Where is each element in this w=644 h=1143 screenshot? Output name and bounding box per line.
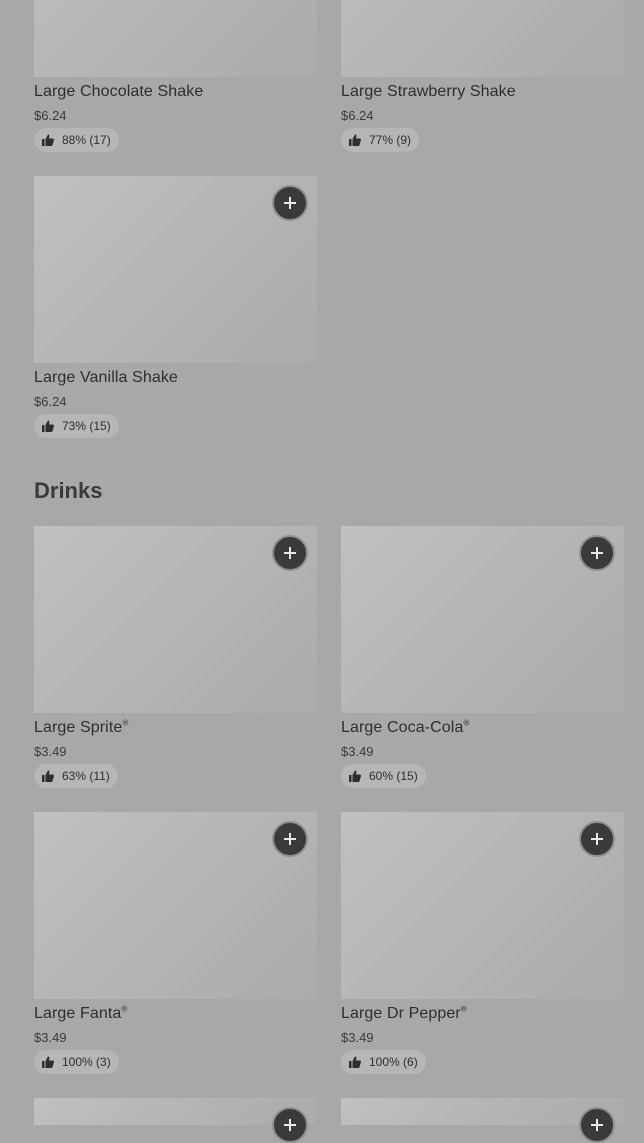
rating-text: 100% (3) xyxy=(62,1055,111,1069)
registered-mark: ® xyxy=(463,718,470,728)
menu-item-name-text: Large Sprite xyxy=(34,719,123,736)
menu-item-price: $6.24 xyxy=(34,394,67,409)
registered-mark: ® xyxy=(121,1004,128,1014)
menu-item-card[interactable] xyxy=(341,1098,624,1143)
menu-item-price: $3.49 xyxy=(34,1030,67,1045)
rating-badge: 77% (9) xyxy=(341,128,420,152)
menu-item-card[interactable]: Large Chocolate Shake $6.24 88% (17) xyxy=(34,0,317,152)
menu-item-name: Large Chocolate Shake xyxy=(34,83,204,100)
menu-item-name: Large Vanilla Shake xyxy=(34,369,178,386)
rating-text: 100% (6) xyxy=(369,1055,418,1069)
menu-item-card[interactable]: Large Coca-Cola® $3.49 60% (15) xyxy=(341,526,624,788)
menu-item-price: $3.49 xyxy=(34,744,67,759)
menu-item-name: Large Strawberry Shake xyxy=(341,83,516,100)
menu-item-card[interactable]: Large Fanta® $3.49 100% (3) xyxy=(34,812,317,1074)
menu-item-name-text: Large Fanta xyxy=(34,1005,122,1022)
menu-item-price: $3.49 xyxy=(341,744,374,759)
rating-badge: 60% (15) xyxy=(341,764,426,788)
plus-icon xyxy=(284,1119,296,1131)
thumbs-up-icon xyxy=(42,770,54,782)
menu-item-name: Large Coca-Cola® xyxy=(341,719,469,737)
plus-icon xyxy=(591,833,603,845)
rating-badge: 73% (15) xyxy=(34,414,119,438)
plus-icon xyxy=(591,1119,603,1131)
menu-item-name-text: Large Coca-Cola xyxy=(341,719,464,736)
rating-text: 77% (9) xyxy=(369,133,412,147)
menu-item-name: Large Sprite® xyxy=(34,719,128,737)
menu-item-image[interactable] xyxy=(341,1098,624,1143)
menu-item-name-text: Large Dr Pepper xyxy=(341,1005,461,1022)
add-to-cart-button[interactable] xyxy=(272,535,308,571)
menu-item-price: $6.24 xyxy=(34,108,67,123)
thumbs-up-icon xyxy=(349,770,361,782)
add-to-cart-button[interactable] xyxy=(272,185,308,221)
plus-icon xyxy=(284,547,296,559)
add-to-cart-button[interactable] xyxy=(579,535,615,571)
menu-item-card[interactable]: Large Strawberry Shake $6.24 77% (9) xyxy=(341,0,624,152)
rating-text: 60% (15) xyxy=(369,769,418,783)
menu-item-card[interactable]: Large Sprite® $3.49 63% (11) xyxy=(34,526,317,788)
plus-icon xyxy=(284,833,296,845)
menu-item-image[interactable] xyxy=(34,0,317,77)
menu-item-card[interactable]: Large Vanilla Shake $6.24 73% (15) xyxy=(34,176,317,438)
menu-item-name: Large Dr Pepper® xyxy=(341,1005,467,1023)
rating-badge: 100% (3) xyxy=(34,1050,119,1074)
menu-item-image[interactable] xyxy=(341,812,624,999)
plus-icon xyxy=(284,197,296,209)
plus-icon xyxy=(591,547,603,559)
registered-mark: ® xyxy=(460,1004,467,1014)
menu-item-image[interactable] xyxy=(341,526,624,713)
add-to-cart-button[interactable] xyxy=(272,1107,308,1143)
thumbs-up-icon xyxy=(42,1056,54,1068)
rating-badge: 63% (11) xyxy=(34,764,118,788)
rating-text: 88% (17) xyxy=(62,133,111,147)
thumbs-up-icon xyxy=(349,134,361,146)
thumbs-up-icon xyxy=(349,1056,361,1068)
menu-item-image[interactable] xyxy=(34,526,317,713)
menu-item-image[interactable] xyxy=(34,1098,317,1143)
add-to-cart-button[interactable] xyxy=(579,1107,615,1143)
add-to-cart-button[interactable] xyxy=(579,821,615,857)
thumbs-up-icon xyxy=(42,420,54,432)
menu-item-card[interactable]: Large Dr Pepper® $3.49 100% (6) xyxy=(341,812,624,1074)
rating-text: 63% (11) xyxy=(62,769,110,783)
registered-mark: ® xyxy=(122,718,129,728)
thumbs-up-icon xyxy=(42,134,54,146)
menu-item-image[interactable] xyxy=(34,176,317,363)
add-to-cart-button[interactable] xyxy=(272,821,308,857)
menu-item-image[interactable] xyxy=(341,0,624,77)
section-title-drinks: Drinks xyxy=(34,478,103,503)
rating-badge: 88% (17) xyxy=(34,128,119,152)
menu-item-card[interactable] xyxy=(34,1098,317,1143)
rating-text: 73% (15) xyxy=(62,419,111,433)
rating-badge: 100% (6) xyxy=(341,1050,426,1074)
menu-item-name: Large Fanta® xyxy=(34,1005,127,1023)
menu-item-image[interactable] xyxy=(34,812,317,999)
menu-item-price: $6.24 xyxy=(341,108,374,123)
menu-item-price: $3.49 xyxy=(341,1030,374,1045)
